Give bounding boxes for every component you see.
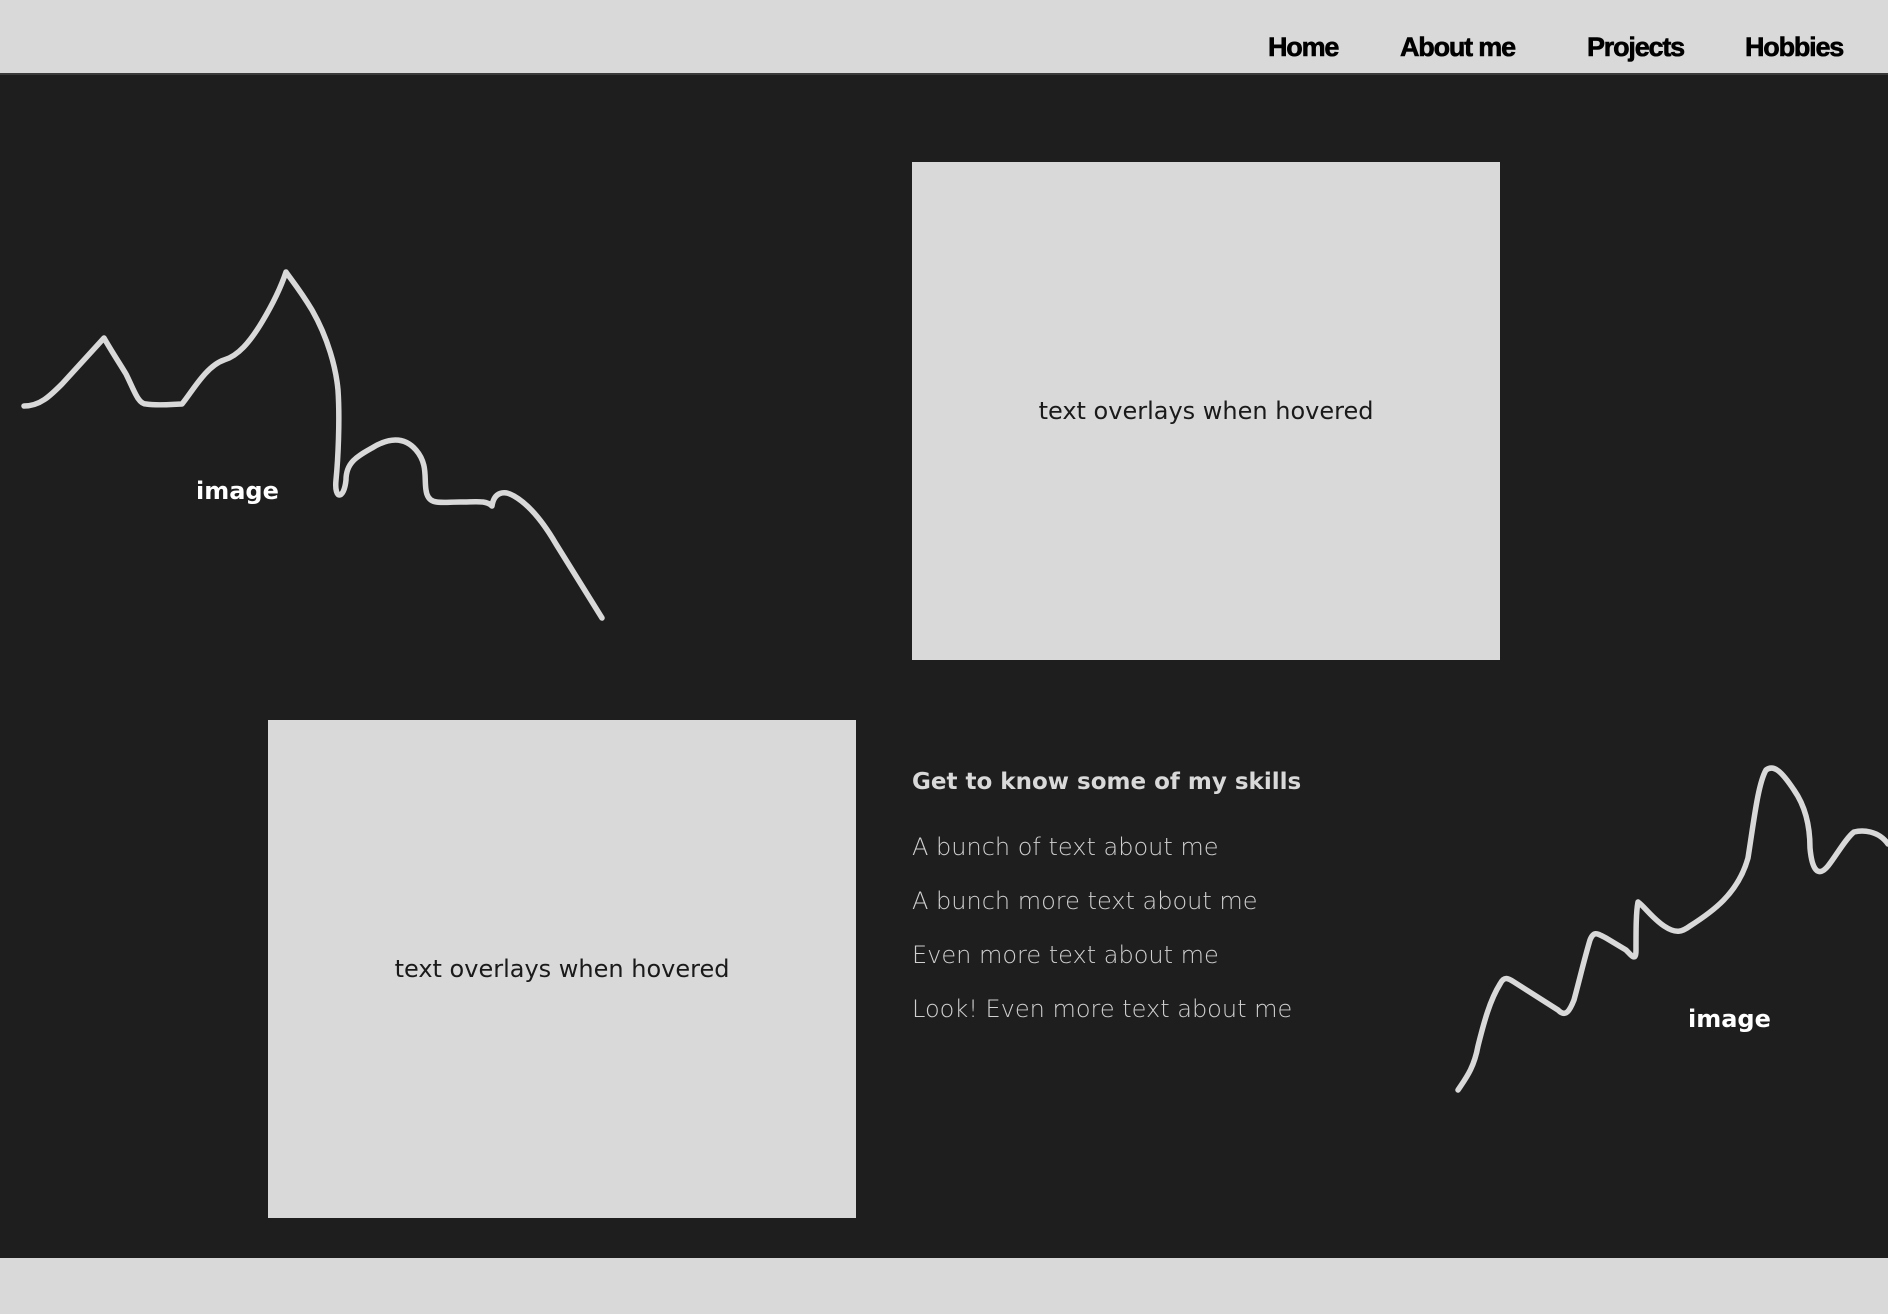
skills-heading: Get to know some of my skills [912, 769, 1302, 796]
page: Home About me Projects Hobbies image ima… [0, 0, 1888, 1314]
right-image-label: image [1688, 1005, 1771, 1033]
skills-item: A bunch of text about me [912, 833, 1219, 861]
footer-bar [0, 1258, 1888, 1314]
nav-hobbies-link[interactable]: Hobbies [1745, 30, 1845, 64]
skills-item: Even more text about me [912, 941, 1219, 969]
hover-card-bottom[interactable]: text overlays when hovered [268, 720, 856, 1218]
nav-projects-link[interactable]: Projects [1587, 30, 1686, 64]
top-navigation-bar: Home About me Projects Hobbies [0, 0, 1888, 75]
hover-card-top[interactable]: text overlays when hovered [912, 162, 1500, 660]
nav-about-me-link[interactable]: About me [1400, 30, 1517, 64]
left-image-label: image [196, 477, 279, 505]
skills-item: Look! Even more text about me [912, 995, 1293, 1023]
hover-card-top-label: text overlays when hovered [1038, 397, 1374, 425]
nav-home-link[interactable]: Home [1268, 30, 1340, 64]
skills-item: A bunch more text about me [912, 887, 1258, 915]
hover-card-bottom-label: text overlays when hovered [394, 955, 730, 983]
skills-list: A bunch of text about me A bunch more te… [912, 832, 1292, 1048]
